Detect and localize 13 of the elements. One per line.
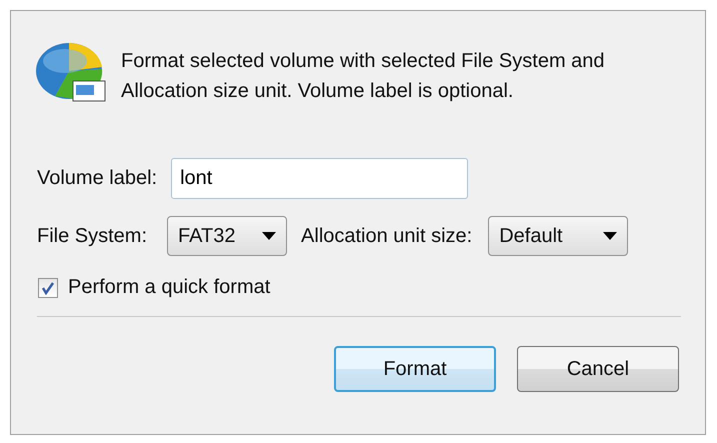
file-system-label: File System: <box>37 224 148 248</box>
quick-format-label: Perform a quick format <box>68 276 270 299</box>
quick-format-checkbox[interactable] <box>38 278 58 298</box>
volume-label-field[interactable]: lont <box>171 158 468 199</box>
volume-label-label: Volume label: <box>37 167 158 190</box>
format-button[interactable]: Format <box>334 346 496 392</box>
allocation-unit-size-label: Allocation unit size: <box>301 224 472 248</box>
cancel-button[interactable]: Cancel <box>517 346 679 392</box>
file-system-dropdown[interactable]: FAT32 <box>167 216 288 256</box>
caret-icon <box>603 232 618 240</box>
description-text: Format selected volume with selected File System and Allocation size unit. Volume label is optional. <box>121 49 606 104</box>
allocation-unit-size-dropdown[interactable]: Default <box>488 216 628 256</box>
caret-icon <box>262 232 276 240</box>
